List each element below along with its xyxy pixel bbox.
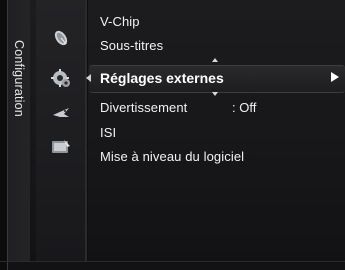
menu-item-mise-a-niveau[interactable]: Mise à niveau du logiciel (100, 148, 244, 166)
bird-icon[interactable] (50, 103, 72, 123)
scroll-up-arrow-icon (212, 58, 218, 62)
menu-item-divertissement[interactable]: Divertissement (100, 99, 187, 117)
menu-item-reglages-externes-label: Réglages externes (100, 70, 224, 86)
menu-item-sous-titres[interactable]: Sous-titres (100, 37, 163, 55)
scroll-down-arrow-icon (212, 92, 218, 96)
submenu-right-arrow-icon (331, 72, 339, 82)
side-menu-title: Configuration (12, 40, 26, 117)
menu-item-isi[interactable]: ISI (100, 124, 116, 142)
divertissement-value: : Off (232, 100, 257, 115)
satellite-dish-icon[interactable] (50, 28, 72, 48)
selection-left-arrow-icon (86, 74, 91, 82)
bottom-divider (0, 261, 345, 262)
gear-icon[interactable] (50, 68, 72, 88)
column-divider (85, 0, 88, 262)
screen-settings-icon[interactable] (50, 137, 72, 157)
menu-item-v-chip[interactable]: V-Chip (100, 13, 140, 31)
